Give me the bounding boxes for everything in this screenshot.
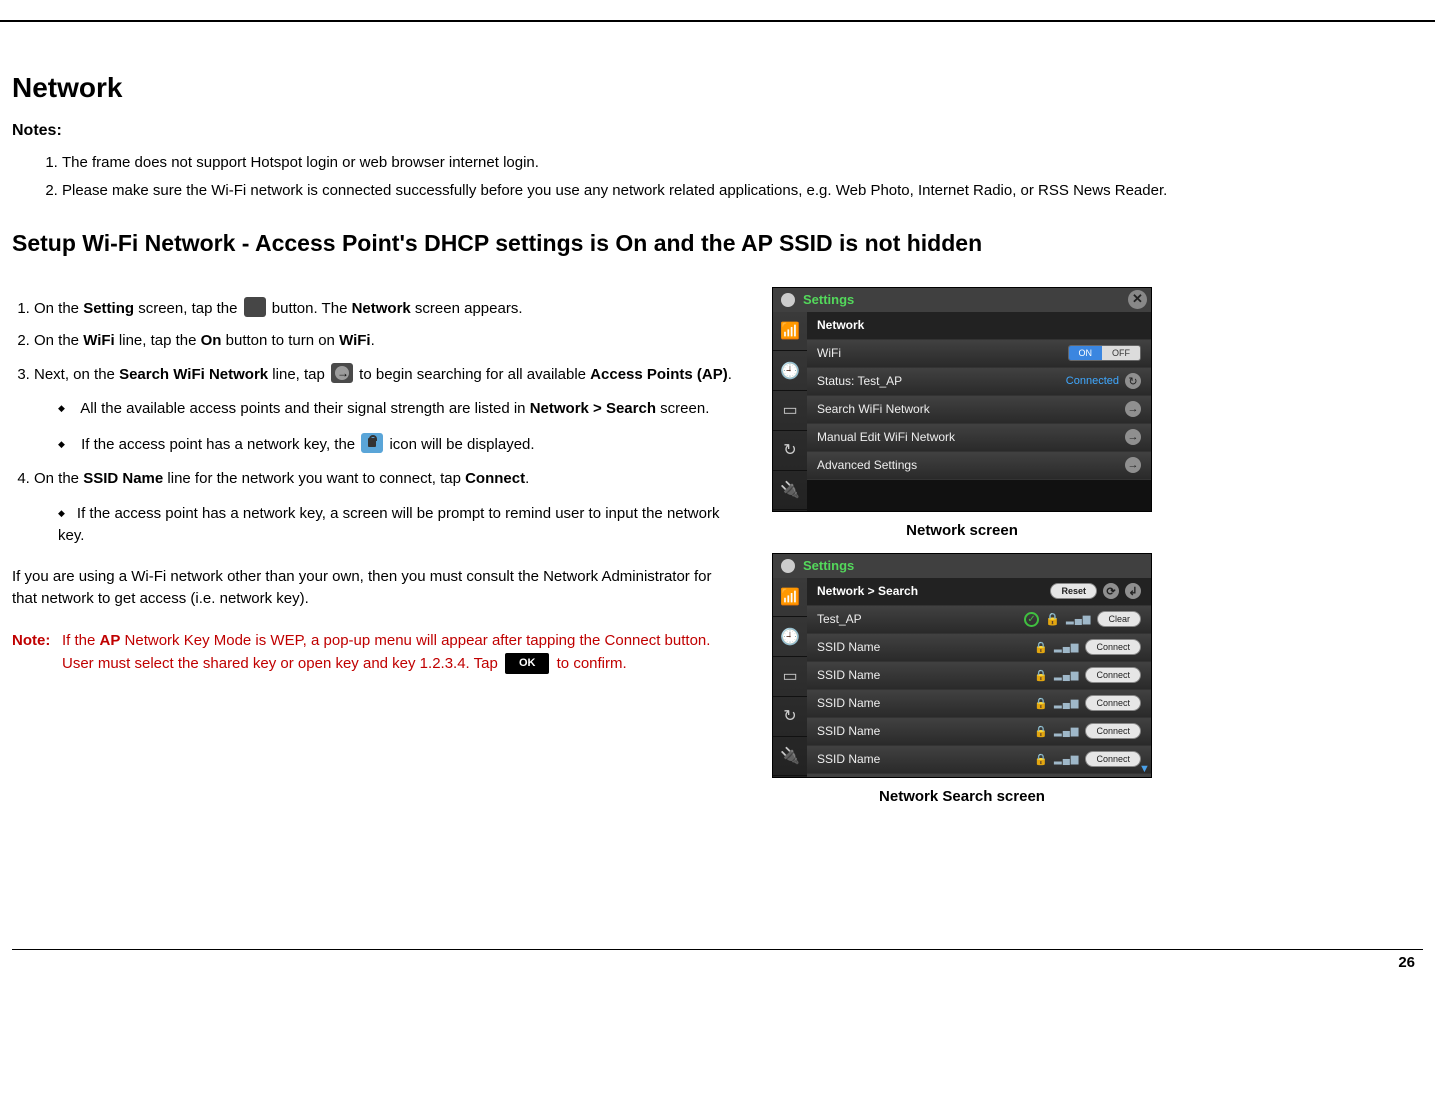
connect-button[interactable]: Connect — [1085, 751, 1141, 767]
sidebar-clock-icon[interactable]: 🕘 — [773, 351, 807, 391]
signal-icon: ▂▄▆ — [1054, 726, 1079, 737]
steps-list: On the Setting screen, tap the button. T… — [12, 297, 732, 548]
step-3-sub-1: All the available access points and thei… — [58, 398, 732, 421]
sidebar-power-icon[interactable]: 🔌 — [773, 471, 807, 511]
step-3-sub-2: If the access point has a network key, t… — [58, 433, 732, 457]
advanced-settings-row[interactable]: Advanced Settings → — [807, 452, 1151, 480]
ssid-row-connected[interactable]: Test_AP ✓ 🔒 ▂▄▆ Clear — [807, 606, 1151, 634]
ok-button-graphic: OK — [505, 653, 550, 674]
ssid-row[interactable]: SSID Name 🔒▂▄▆Connect — [807, 662, 1151, 690]
lock-icon: 🔒 — [1034, 669, 1048, 682]
settings-titlebar: Settings ✕ — [773, 288, 1151, 312]
step-1: On the Setting screen, tap the button. T… — [34, 297, 732, 321]
network-header-row: Network — [807, 312, 1151, 340]
scroll-down-icon[interactable]: ▼ — [1139, 763, 1149, 775]
notes-list: The frame does not support Hotspot login… — [62, 152, 1423, 202]
sidebar-refresh-icon[interactable]: ↻ — [773, 697, 807, 737]
clear-button[interactable]: Clear — [1097, 611, 1141, 627]
settings-titlebar: Settings — [773, 554, 1151, 578]
note-item: Please make sure the Wi-Fi network is co… — [62, 180, 1423, 202]
ssid-row[interactable]: SSID Name 🔒▂▄▆Connect — [807, 690, 1151, 718]
note-label: Note: — [12, 629, 62, 676]
connect-button[interactable]: Connect — [1085, 639, 1141, 655]
wifi-row[interactable]: WiFi ON OFF — [807, 340, 1151, 368]
signal-icon: ▂▄▆ — [1054, 642, 1079, 653]
wifi-toggle[interactable]: ON OFF — [1068, 345, 1142, 361]
setup-heading: Setup Wi-Fi Network - Access Point's DHC… — [12, 230, 1423, 257]
page-number: 26 — [12, 949, 1423, 989]
screenshot1-caption: Network screen — [772, 522, 1152, 539]
lock-icon — [361, 433, 383, 453]
search-wifi-row[interactable]: Search WiFi Network → — [807, 396, 1151, 424]
ssid-row[interactable]: SSID Name 🔒▂▄▆Connect — [807, 634, 1151, 662]
lock-icon: 🔒 — [1034, 641, 1048, 654]
connect-button[interactable]: Connect — [1085, 723, 1141, 739]
lock-icon: 🔒 — [1034, 697, 1048, 710]
network-panel: Network WiFi ON OFF Status: Test_ — [807, 312, 1151, 511]
sidebar: 📶 🕘 ▭ ↻ 🔌 — [773, 578, 807, 777]
back-icon[interactable]: ↲ — [1125, 583, 1141, 599]
step-2: On the WiFi line, tap the On button to t… — [34, 330, 732, 353]
ssid-row[interactable]: SSID Name 🔒▂▄▆Connect — [807, 774, 1151, 778]
status-refresh-icon[interactable]: ↻ — [1125, 373, 1141, 389]
gear-icon — [779, 291, 797, 309]
ssid-row[interactable]: SSID Name 🔒▂▄▆Connect — [807, 746, 1151, 774]
connect-button[interactable]: Connect — [1085, 667, 1141, 683]
signal-icon: ▂▄▆ — [1054, 670, 1079, 681]
status-row: Status: Test_AP Connected ↻ — [807, 368, 1151, 396]
step-4-sub-1: If the access point has a network key, a… — [58, 503, 732, 548]
breadcrumb: Network > Search — [817, 584, 918, 598]
settings-title: Settings — [803, 558, 854, 573]
lock-icon: 🔒 — [1034, 753, 1048, 766]
arrow-right-icon[interactable]: → — [1125, 457, 1141, 473]
sidebar-clock-icon[interactable]: 🕘 — [773, 617, 807, 657]
sidebar-display-icon[interactable]: ▭ — [773, 657, 807, 697]
settings-title: Settings — [803, 292, 854, 307]
network-search-screenshot: Settings 📶 🕘 ▭ ↻ 🔌 ▲ Network > Search — [772, 553, 1152, 778]
gear-icon — [779, 557, 797, 575]
refresh-icon[interactable]: ⟳ — [1103, 583, 1119, 599]
status-value: Connected — [1066, 375, 1119, 387]
network-screen-screenshot: Settings ✕ 📶 🕘 ▭ ↻ 🔌 Network WiFi — [772, 287, 1152, 512]
sidebar-power-icon[interactable]: 🔌 — [773, 737, 807, 777]
signal-icon: ▂▄▆ — [1066, 614, 1091, 625]
lock-icon: 🔒 — [1045, 612, 1060, 626]
arrow-icon — [331, 363, 353, 383]
reset-button[interactable]: Reset — [1050, 583, 1097, 599]
close-icon[interactable]: ✕ — [1128, 290, 1147, 309]
breadcrumb-row: Network > Search Reset ⟳ ↲ — [807, 578, 1151, 606]
screenshot2-caption: Network Search screen — [772, 788, 1152, 805]
lock-icon: 🔒 — [1034, 725, 1048, 738]
sidebar: 📶 🕘 ▭ ↻ 🔌 — [773, 312, 807, 511]
ssid-row[interactable]: SSID Name 🔒▂▄▆Connect — [807, 718, 1151, 746]
step-3: Next, on the Search WiFi Network line, t… — [34, 363, 732, 457]
signal-icon: ▂▄▆ — [1054, 754, 1079, 765]
search-panel: ▲ Network > Search Reset ⟳ ↲ Test_AP — [807, 578, 1151, 777]
check-icon: ✓ — [1024, 612, 1039, 627]
connect-button[interactable]: Connect — [1085, 695, 1141, 711]
sidebar-wifi-icon[interactable]: 📶 — [773, 312, 807, 352]
page-title: Network — [12, 72, 1423, 104]
arrow-right-icon[interactable]: → — [1125, 401, 1141, 417]
note-text: If the AP Network Key Mode is WEP, a pop… — [62, 629, 732, 676]
note-item: The frame does not support Hotspot login… — [62, 152, 1423, 174]
signal-icon: ▂▄▆ — [1054, 698, 1079, 709]
body-paragraph: If you are using a Wi-Fi network other t… — [12, 566, 732, 611]
sidebar-wifi-icon[interactable]: 📶 — [773, 578, 807, 618]
step-4: On the SSID Name line for the network yo… — [34, 468, 732, 548]
sidebar-display-icon[interactable]: ▭ — [773, 391, 807, 431]
wifi-settings-icon — [244, 297, 266, 317]
notes-heading: Notes: — [12, 122, 1423, 140]
arrow-right-icon[interactable]: → — [1125, 429, 1141, 445]
manual-edit-row[interactable]: Manual Edit WiFi Network → — [807, 424, 1151, 452]
wep-note: Note: If the AP Network Key Mode is WEP,… — [12, 629, 732, 676]
sidebar-refresh-icon[interactable]: ↻ — [773, 431, 807, 471]
